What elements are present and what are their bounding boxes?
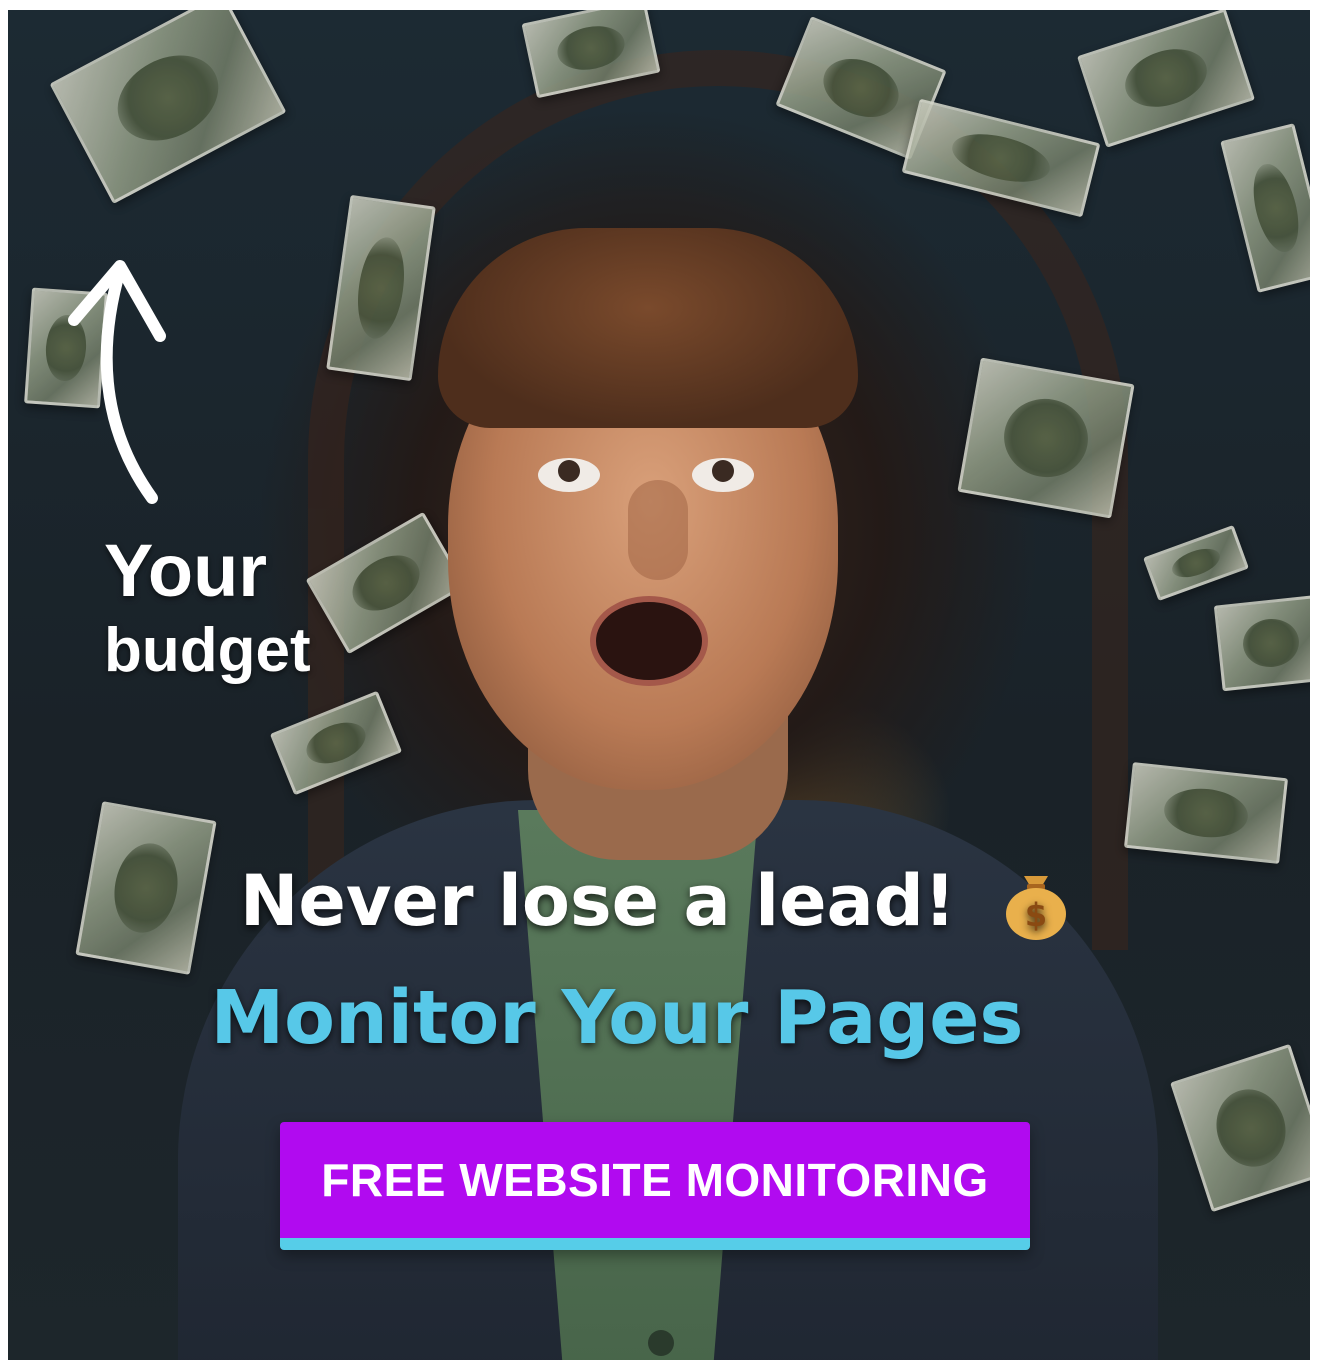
dollar-bill [305, 511, 467, 655]
free-website-monitoring-button[interactable]: FREE WEBSITE MONITORING [280, 1122, 1030, 1250]
svg-text:$: $ [1025, 896, 1047, 934]
money-bag-icon: $ [1006, 875, 1067, 940]
your-label: Your [104, 529, 268, 612]
dollar-bill [521, 10, 661, 99]
dollar-bill [901, 98, 1101, 218]
dollar-bill [326, 194, 436, 382]
dollar-bill [957, 357, 1135, 519]
curved-up-arrow-icon [68, 260, 166, 504]
dollar-bill [49, 10, 287, 205]
dollar-bill [1143, 524, 1249, 602]
budget-label: budget [104, 616, 311, 685]
dollar-bill [1213, 594, 1310, 692]
headline: Never lose a lead! $ [8, 856, 1310, 948]
dollar-bill [1220, 123, 1310, 293]
dollar-bill [1076, 10, 1256, 148]
headline-text: Never lose a lead! [239, 860, 956, 942]
dollar-bill [1123, 762, 1289, 864]
dollar-bill [1170, 1043, 1310, 1213]
ad-banner: Your budget Never lose a lead! $ Monitor… [8, 10, 1310, 1360]
subheadline: Monitor Your Pages [210, 975, 1024, 1061]
dollar-bill [269, 690, 403, 796]
